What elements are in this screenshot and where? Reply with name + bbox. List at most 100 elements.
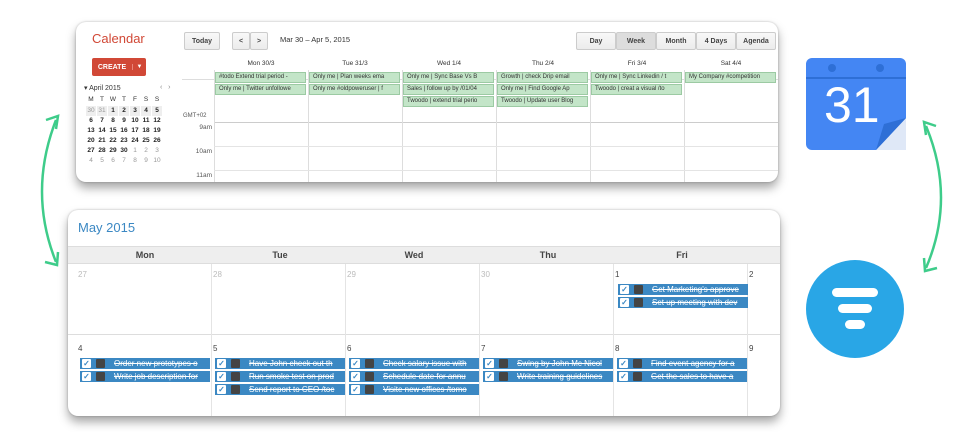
task-item[interactable]: ✓ Visite new offices /tomo bbox=[349, 384, 479, 395]
mini-day[interactable]: 12 bbox=[152, 116, 162, 126]
task-item[interactable]: ✓ Set up meeting with dev bbox=[618, 297, 748, 308]
all-day-event[interactable]: Only me | Find Google Ap bbox=[497, 84, 588, 95]
mini-day[interactable]: 3 bbox=[130, 106, 140, 116]
mini-day[interactable]: 6 bbox=[86, 116, 96, 126]
checkbox-icon[interactable]: ✓ bbox=[619, 372, 628, 381]
mini-day[interactable]: 8 bbox=[130, 156, 140, 166]
mini-day[interactable]: 30 bbox=[86, 106, 96, 116]
checkbox-icon[interactable]: ✓ bbox=[82, 372, 91, 381]
mini-day[interactable]: 28 bbox=[97, 146, 107, 156]
mini-day[interactable]: 10 bbox=[152, 156, 162, 166]
day-header[interactable]: Tue 31/3 bbox=[308, 60, 402, 67]
mini-day[interactable]: 21 bbox=[97, 136, 107, 146]
mini-day[interactable]: 10 bbox=[130, 116, 140, 126]
mini-day[interactable]: 2 bbox=[141, 146, 151, 156]
mini-day[interactable]: 16 bbox=[119, 126, 129, 136]
day-header[interactable]: Mon 30/3 bbox=[214, 60, 308, 67]
create-button[interactable]: CREATE ▼ bbox=[92, 58, 146, 76]
mini-day[interactable]: 8 bbox=[108, 116, 118, 126]
checkbox-icon[interactable]: ✓ bbox=[351, 385, 360, 394]
mini-day[interactable]: 30 bbox=[119, 146, 129, 156]
create-caret-icon[interactable]: ▼ bbox=[132, 64, 146, 70]
mini-day[interactable]: 7 bbox=[119, 156, 129, 166]
mini-day[interactable]: 25 bbox=[141, 136, 151, 146]
today-button[interactable]: Today bbox=[184, 32, 220, 50]
checkbox-icon[interactable]: ✓ bbox=[619, 359, 628, 368]
mini-day[interactable]: 24 bbox=[130, 136, 140, 146]
all-day-event[interactable]: #todo Extend trial period - bbox=[215, 72, 306, 83]
view-week-button[interactable]: Week bbox=[616, 32, 656, 50]
all-day-event[interactable]: Twoodo | extend trial perio bbox=[403, 96, 494, 107]
mini-day[interactable]: 4 bbox=[141, 106, 151, 116]
mini-day[interactable]: 5 bbox=[97, 156, 107, 166]
all-day-event[interactable]: Only me | Sync Linkedin / t bbox=[591, 72, 682, 83]
checkbox-icon[interactable]: ✓ bbox=[217, 359, 226, 368]
checkbox-icon[interactable]: ✓ bbox=[217, 385, 226, 394]
next-button[interactable]: > bbox=[250, 32, 268, 50]
task-item[interactable]: ✓ Have John check out th bbox=[215, 358, 345, 369]
mini-day[interactable]: 1 bbox=[130, 146, 140, 156]
day-header[interactable]: Wed 1/4 bbox=[402, 60, 496, 67]
view-month-button[interactable]: Month bbox=[656, 32, 696, 50]
mini-day[interactable]: 3 bbox=[152, 146, 162, 156]
mini-day[interactable]: 19 bbox=[152, 126, 162, 136]
prev-button[interactable]: < bbox=[232, 32, 250, 50]
mini-day[interactable]: 2 bbox=[119, 106, 129, 116]
task-item[interactable]: ✓ Get the sales to have a bbox=[617, 371, 747, 382]
view-4days-button[interactable]: 4 Days bbox=[696, 32, 736, 50]
day-header[interactable]: Sat 4/4 bbox=[684, 60, 778, 67]
mini-day[interactable]: 6 bbox=[108, 156, 118, 166]
mini-day[interactable]: 15 bbox=[108, 126, 118, 136]
mini-day[interactable]: 26 bbox=[152, 136, 162, 146]
mini-day[interactable]: 17 bbox=[130, 126, 140, 136]
view-day-button[interactable]: Day bbox=[576, 32, 616, 50]
all-day-event[interactable]: Twoodo | Update user Blog bbox=[497, 96, 588, 107]
all-day-event[interactable]: Only me | Twitter unfollowe bbox=[215, 84, 306, 95]
checkbox-icon[interactable]: ✓ bbox=[217, 372, 226, 381]
all-day-event[interactable]: Only me #oldpoweruser | f bbox=[309, 84, 400, 95]
checkbox-icon[interactable]: ✓ bbox=[485, 372, 494, 381]
mini-day[interactable]: 4 bbox=[86, 156, 96, 166]
mini-calendar-nav[interactable]: ‹ › bbox=[160, 84, 171, 91]
checkbox-icon[interactable]: ✓ bbox=[351, 372, 360, 381]
task-item[interactable]: ✓ Swing by John Mc Nicol bbox=[483, 358, 613, 369]
checkbox-icon[interactable]: ✓ bbox=[620, 285, 629, 294]
task-item[interactable]: ✓ Find event agency for a bbox=[617, 358, 747, 369]
task-item[interactable]: ✓ Order new prototypes o bbox=[80, 358, 210, 369]
mini-day[interactable]: 7 bbox=[97, 116, 107, 126]
mini-day[interactable]: 29 bbox=[108, 146, 118, 156]
mini-day[interactable]: 22 bbox=[108, 136, 118, 146]
all-day-event[interactable]: Sales | follow up by /01/04 bbox=[403, 84, 494, 95]
checkbox-icon[interactable]: ✓ bbox=[82, 359, 91, 368]
day-header[interactable]: Thu 2/4 bbox=[496, 60, 590, 67]
checkbox-icon[interactable]: ✓ bbox=[620, 298, 629, 307]
checkbox-icon[interactable]: ✓ bbox=[351, 359, 360, 368]
task-item[interactable]: ✓ Write training guidelines bbox=[483, 371, 613, 382]
mini-day[interactable]: 27 bbox=[86, 146, 96, 156]
mini-day[interactable]: 9 bbox=[141, 156, 151, 166]
mini-day[interactable]: 20 bbox=[86, 136, 96, 146]
all-day-event[interactable]: My Company #competition bbox=[685, 72, 776, 83]
mini-day[interactable]: 14 bbox=[97, 126, 107, 136]
task-item[interactable]: ✓ Schedule date for annu bbox=[349, 371, 479, 382]
mini-day[interactable]: 13 bbox=[86, 126, 96, 136]
mini-day[interactable]: 5 bbox=[152, 106, 162, 116]
task-item[interactable]: ✓ Send report to CEO /toc bbox=[215, 384, 345, 395]
task-item[interactable]: ✓ Write job description for bbox=[80, 371, 210, 382]
all-day-event[interactable]: Twoodo | creat a visual /to bbox=[591, 84, 682, 95]
task-item[interactable]: ✓ Check salary issue with bbox=[349, 358, 479, 369]
mini-day[interactable]: 23 bbox=[119, 136, 129, 146]
mini-day[interactable]: 18 bbox=[141, 126, 151, 136]
mini-day[interactable]: 1 bbox=[108, 106, 118, 116]
mini-day[interactable]: 9 bbox=[119, 116, 129, 126]
all-day-event[interactable]: Growth | check Drip email bbox=[497, 72, 588, 83]
task-item[interactable]: ✓ Get Marketing's approve bbox=[618, 284, 748, 295]
mini-day[interactable]: 11 bbox=[141, 116, 151, 126]
day-header[interactable]: Fri 3/4 bbox=[590, 60, 684, 67]
task-item[interactable]: ✓ Run smoke test on prod bbox=[215, 371, 345, 382]
all-day-event[interactable]: Only me | Sync Base Vs B bbox=[403, 72, 494, 83]
mini-day[interactable]: 31 bbox=[97, 106, 107, 116]
view-agenda-button[interactable]: Agenda bbox=[736, 32, 776, 50]
checkbox-icon[interactable]: ✓ bbox=[485, 359, 494, 368]
all-day-event[interactable]: Only me | Plan weeks ema bbox=[309, 72, 400, 83]
